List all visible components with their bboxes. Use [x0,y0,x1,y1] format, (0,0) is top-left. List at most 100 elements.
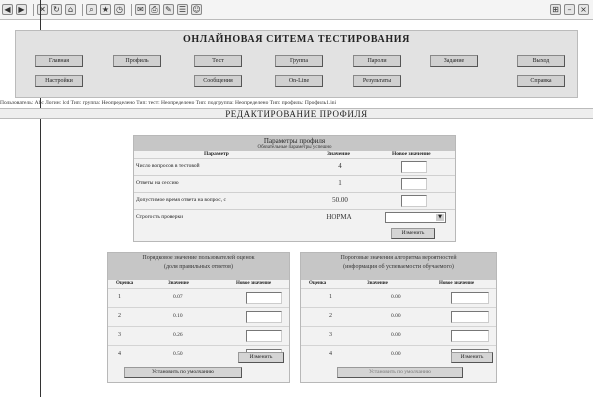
search-icon[interactable]: ⌕ [86,4,97,15]
nav-button-test[interactable]: Тест [194,55,242,67]
grade-change-button[interactable]: Изменить [238,352,284,363]
probability-value-cell: 0.00 [391,351,401,357]
grade-value-cell: 0.10 [173,313,183,319]
params-col-param: Параметр [204,151,229,157]
page-title: РЕДАКТИРОВАНИЕ ПРОФИЛЯ [0,108,593,119]
params-change-button[interactable]: Изменить [391,228,435,239]
param-new-value-input[interactable] [401,195,427,207]
params-row: Число вопросов в тестовой 4 [134,158,455,174]
browser-toolbar: ◀ ▶ ✕ ↻ ⌂ ⌕ ★ ◷ ✉ ⎙ ✎ ☰ ☺ ⊞ – × [0,0,593,20]
grade-value-cell: 0.07 [173,294,183,300]
probability-new-value-input[interactable] [451,292,489,304]
param-new-value-input[interactable] [401,178,427,190]
probability-col-grade: Оценка [309,281,327,286]
grade-default-button[interactable]: Установить по умолчанию [124,367,242,378]
param-label: Строгость проверки [136,214,184,220]
close-icon[interactable]: × [578,4,589,15]
grade-cell: 2 [118,313,121,319]
discuss-icon[interactable]: ☰ [177,4,188,15]
strictness-select[interactable]: ▼ [385,212,446,223]
nav-button-profile[interactable]: Профиль [113,55,161,67]
grade-new-value-input[interactable] [246,330,282,342]
probability-panel-subtitle: (информация об успеваемости обучаемого) [343,264,454,270]
profile-params-panel: Параметры профиля Обязательные параметры… [133,135,456,242]
probability-grade-cell: 2 [329,313,332,319]
param-label: Допустимое время ответа на вопрос, с [136,197,226,203]
probability-grade-cell: 4 [329,351,332,357]
grade-col-grade: Оценка [116,281,134,286]
params-row: Строгость проверки НОРМА ▼ [134,209,455,225]
probability-panel-header: Пороговые значения алгоритма вероятносте… [301,253,496,280]
nav-button-home[interactable]: Главная [35,55,83,67]
param-value: 1 [338,179,342,187]
param-new-value-input[interactable] [401,161,427,173]
table-row: 3 0.26 [108,326,289,344]
session-status-line: Пользователь: Abc Логин: lcd Тип: группа… [0,100,337,106]
grade-value-cell: 0.26 [173,332,183,338]
site-header: ОНЛАЙНОВАЯ СИТЕМА ТЕСТИРОВАНИЯ Главная П… [15,30,578,98]
params-col-value: Значение [327,151,350,157]
probability-grade-cell: 1 [329,294,332,300]
grade-cell: 1 [118,294,121,300]
nav-button-passwords[interactable]: Пароли [353,55,401,67]
param-value: 4 [338,162,342,170]
edit-icon[interactable]: ✎ [163,4,174,15]
grade-col-value: Значение [168,281,189,286]
mail-icon[interactable]: ✉ [135,4,146,15]
nav-button-messages[interactable]: Сообщения [194,75,242,87]
refresh-icon[interactable]: ↻ [51,4,62,15]
toolbar-separator [131,3,132,16]
probability-col-value: Значение [367,281,388,286]
probability-value-cell: 0.00 [391,294,401,300]
grade-col-new: Новое значение [236,281,272,286]
toolbar-separator [33,3,34,16]
windows-logo-icon: ⊞ [550,4,561,15]
nav-button-help[interactable]: Справка [517,75,565,87]
nav-button-group[interactable]: Группа [275,55,323,67]
params-row: Допустимое время ответа на вопрос, с 50.… [134,192,455,208]
table-row: 2 0.00 [301,307,496,325]
grade-new-value-input[interactable] [246,311,282,323]
probability-default-button[interactable]: Установить по умолчанию [337,367,463,378]
messenger-icon[interactable]: ☺ [191,4,202,15]
params-title: Параметры профиля [263,137,326,145]
favorites-icon[interactable]: ★ [100,4,111,15]
table-row: 1 0.07 [108,288,289,306]
probability-change-button[interactable]: Изменить [451,352,493,363]
table-row: 2 0.10 [108,307,289,325]
print-icon[interactable]: ⎙ [149,4,160,15]
history-icon[interactable]: ◷ [114,4,125,15]
grade-new-value-input[interactable] [246,292,282,304]
nav-button-task[interactable]: Задание [430,55,478,67]
param-value: НОРМА [326,213,352,221]
nav-button-online[interactable]: On-Line [275,75,323,87]
params-header: Параметры профиля Обязательные параметры… [134,136,455,151]
nav-button-results[interactable]: Результаты [353,75,401,87]
table-row: 3 0.00 [301,326,496,344]
home-icon[interactable]: ⌂ [65,4,76,15]
probability-new-value-input[interactable] [451,311,489,323]
grade-cell: 3 [118,332,121,338]
site-title: ОНЛАЙНОВАЯ СИТЕМА ТЕСТИРОВАНИЯ [183,34,410,45]
toolbar-right: ⊞ – × [550,4,589,15]
stop-icon[interactable]: ✕ [37,4,48,15]
probability-new-value-input[interactable] [451,330,489,342]
toolbar-separator [82,3,83,16]
param-value: 50.00 [332,196,348,204]
table-row: 1 0.00 [301,288,496,306]
minimize-icon[interactable]: – [564,4,575,15]
grade-cell: 4 [118,351,121,357]
grade-panel-title: Порядковое значение пользователей оценок [142,255,255,261]
grade-panel-subtitle: (доля правильных ответов) [164,264,233,270]
param-label: Ответы на сессию [136,180,179,186]
nav-button-exit[interactable]: Выход [517,55,565,67]
chevron-down-icon[interactable]: ▼ [436,214,444,221]
nav-button-settings[interactable]: Настройки [35,75,83,87]
back-icon[interactable]: ◀ [2,4,13,15]
probability-value-cell: 0.00 [391,332,401,338]
probability-value-cell: 0.00 [391,313,401,319]
probability-thresholds-panel: Пороговые значения алгоритма вероятносте… [300,252,497,383]
probability-grade-cell: 3 [329,332,332,338]
probability-panel-title: Пороговые значения алгоритма вероятносте… [340,255,457,261]
forward-icon[interactable]: ▶ [16,4,27,15]
